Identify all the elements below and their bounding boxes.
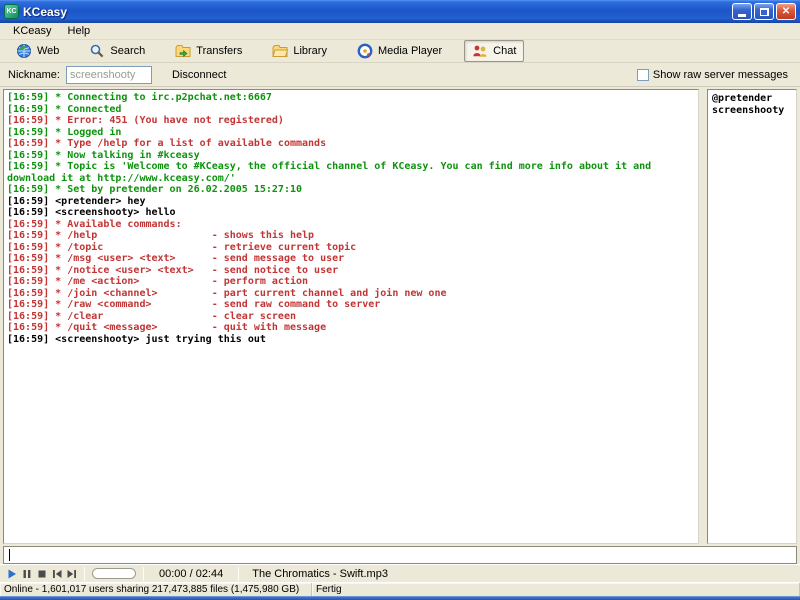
next-button[interactable]: [64, 567, 79, 581]
playback-progress-bar[interactable]: [92, 568, 136, 579]
chat-message: [16:59] * Type /help for a list of avail…: [7, 138, 695, 150]
chat-message: [16:59] * Set by pretender on 26.02.2005…: [7, 184, 695, 196]
previous-icon: [51, 568, 63, 580]
toolbar-button-label: Library: [293, 45, 327, 57]
message-input-row: [3, 546, 797, 564]
chat-message: [16:59] * /msg <user> <text> - send mess…: [7, 253, 695, 265]
message-input[interactable]: [4, 547, 796, 563]
toolbar-button-label: Chat: [493, 45, 516, 57]
text-caret: [9, 549, 10, 561]
chat-message: [16:59] * Topic is 'Welcome to #KCeasy, …: [7, 161, 695, 184]
toolbar-button-label: Transfers: [196, 45, 242, 57]
disconnect-button[interactable]: Disconnect: [166, 67, 232, 83]
web-globe-icon: [16, 43, 32, 59]
chat-message: [16:59] * Now talking in #kceasy: [7, 150, 695, 162]
kceasy-window: KC KCeasy ✕ KCeasy Help Web Search: [0, 0, 800, 600]
stop-icon: [36, 568, 48, 580]
chat-message: [16:59] * /clear - clear screen: [7, 311, 695, 323]
show-raw-messages-label: Show raw server messages: [653, 69, 788, 81]
play-button[interactable]: [4, 567, 19, 581]
media-player-disc-icon: [357, 43, 373, 59]
restore-button[interactable]: [754, 3, 774, 20]
chat-user-list[interactable]: @pretenderscreenshooty: [707, 89, 797, 544]
show-raw-messages-toggle[interactable]: Show raw server messages: [637, 69, 788, 81]
close-button[interactable]: ✕: [776, 3, 796, 20]
chat-message: [16:59] <pretender> hey: [7, 196, 695, 208]
minimize-icon: [738, 14, 746, 17]
window-title: KCeasy: [23, 5, 732, 19]
chat-message: [16:59] * Available commands:: [7, 219, 695, 231]
toolbar-button-web[interactable]: Web: [8, 40, 67, 62]
pause-icon: [21, 568, 33, 580]
status-bar: Online - 1,601,017 users sharing 217,473…: [0, 582, 800, 596]
close-icon: ✕: [782, 6, 790, 17]
chat-message: [16:59] * Connected: [7, 104, 695, 116]
window-bottom-border: [0, 596, 800, 600]
title-bar: KC KCeasy ✕: [0, 0, 800, 23]
connection-bar: Nickname: Disconnect Show raw server mes…: [0, 63, 800, 87]
chat-message: [16:59] * Logged in: [7, 127, 695, 139]
chat-message: [16:59] * /help - shows this help: [7, 230, 695, 242]
playback-time: 00:00 / 02:44: [159, 568, 223, 580]
menu-kceasy[interactable]: KCeasy: [6, 24, 59, 38]
transfers-folder-icon: [175, 43, 191, 59]
next-icon: [66, 568, 78, 580]
previous-button[interactable]: [49, 567, 64, 581]
user-list-item[interactable]: screenshooty: [712, 105, 792, 117]
toolbar-button-search[interactable]: Search: [81, 40, 153, 62]
chat-message: [16:59] <screenshooty> just trying this …: [7, 334, 695, 346]
main-toolbar: Web Search Transfers Library Media Playe…: [0, 40, 800, 63]
search-icon: [89, 43, 105, 59]
nickname-label: Nickname:: [8, 69, 60, 81]
chat-message: [16:59] * /topic - retrieve current topi…: [7, 242, 695, 254]
network-status-panel: Online - 1,601,017 users sharing 217,473…: [0, 583, 312, 596]
toolbar-button-label: Web: [37, 45, 59, 57]
chat-region: [16:59] * Connecting to irc.p2pchat.net:…: [0, 87, 800, 546]
stop-button[interactable]: [34, 567, 49, 581]
toolbar-button-label: Media Player: [378, 45, 442, 57]
user-list-item[interactable]: @pretender: [712, 93, 792, 105]
toolbar-button-chat[interactable]: Chat: [464, 40, 524, 62]
chat-message: [16:59] * /join <channel> - part current…: [7, 288, 695, 300]
restore-icon: [760, 8, 769, 16]
player-bar: 00:00 / 02:44 The Chromatics - Swift.mp3: [0, 564, 800, 582]
chat-message: [16:59] * /notice <user> <text> - send n…: [7, 265, 695, 277]
minimize-button[interactable]: [732, 3, 752, 20]
chat-people-icon: [472, 43, 488, 59]
general-status-panel: Fertig: [312, 583, 800, 596]
kceasy-app-icon: KC: [4, 4, 19, 19]
checkbox-icon[interactable]: [637, 69, 649, 81]
chat-message: [16:59] * Connecting to irc.p2pchat.net:…: [7, 92, 695, 104]
chat-messages[interactable]: [16:59] * Connecting to irc.p2pchat.net:…: [3, 89, 699, 544]
chat-message: [16:59] * /raw <command> - send raw comm…: [7, 299, 695, 311]
chat-message: [16:59] * Error: 451 (You have not regis…: [7, 115, 695, 127]
menu-help[interactable]: Help: [61, 24, 98, 38]
chat-message: [16:59] <screenshooty> hello: [7, 207, 695, 219]
nickname-input[interactable]: [66, 66, 152, 84]
chat-message: [16:59] * /me <action> - perform action: [7, 276, 695, 288]
toolbar-button-library[interactable]: Library: [264, 40, 335, 62]
chat-message: [16:59] * /quit <message> - quit with me…: [7, 322, 695, 334]
play-icon: [6, 568, 18, 580]
pause-button[interactable]: [19, 567, 34, 581]
toolbar-button-media-player[interactable]: Media Player: [349, 40, 450, 62]
current-track-label: The Chromatics - Swift.mp3: [252, 568, 388, 580]
library-folder-icon: [272, 43, 288, 59]
toolbar-button-label: Search: [110, 45, 145, 57]
menu-bar: KCeasy Help: [0, 23, 800, 40]
toolbar-button-transfers[interactable]: Transfers: [167, 40, 250, 62]
